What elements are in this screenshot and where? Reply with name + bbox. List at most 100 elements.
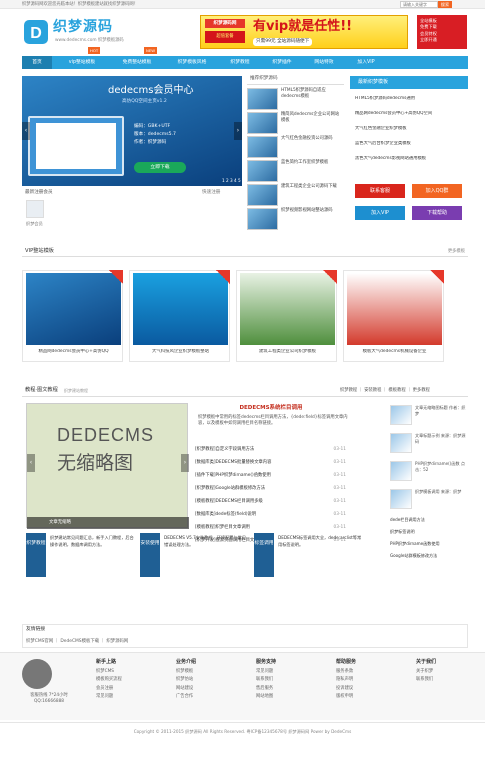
feature-block[interactable]: 织梦教程 织梦建站常见问题汇总，新手入门教程，后台操作说明，数据库调用方法。 (26, 533, 134, 577)
feature-label: 织梦教程 (26, 533, 46, 577)
list-item[interactable]: 文章无缩略图标题 作者：织梦 (390, 403, 468, 429)
list-item[interactable]: 蓝色简约工作室织梦模板 (247, 160, 344, 184)
vip-ribbon (109, 270, 123, 284)
footer-link[interactable]: 联系我们 (256, 676, 318, 684)
footer-link[interactable]: 织梦CMS (96, 668, 158, 676)
footer-link[interactable]: 网站建设 (176, 685, 238, 693)
footer-link[interactable]: 常见问题 (96, 693, 158, 701)
section-subtitle: 织梦建站教程 (64, 388, 88, 393)
template-card[interactable]: 建筑工程类企业公司织梦模板 (236, 270, 337, 362)
list-item[interactable]: [模板教程]织梦栏目文章调用 03-11 (195, 525, 349, 530)
help-button[interactable]: 下载帮助 (412, 206, 462, 220)
join-qq-button[interactable]: 加入QQ群 (412, 184, 462, 198)
list-item[interactable]: 精简风dedecms企业公司网站模板 (247, 112, 344, 136)
footer-link[interactable]: 投诉建议 (336, 685, 398, 693)
search-button[interactable]: 搜索 (438, 1, 452, 8)
headline[interactable]: DEDECMS系统栏目调用 (192, 405, 350, 412)
list-item[interactable]: [模板教程]DEDECMS栏目调用多级 03-11 (195, 499, 349, 504)
footer-link[interactable]: 常见问题 (256, 668, 318, 676)
nav-item-vip[interactable]: vip整站模板 HOT (56, 47, 108, 69)
latest-panel: 最新织梦模板 HTML5织梦源码dedecms通用 精品网dedecms会员中心… (350, 76, 468, 234)
list-item[interactable]: [织梦教程]自定义字段调用方法 03-11 (195, 447, 349, 452)
contact-button[interactable]: 联系客服 (355, 184, 405, 198)
list-item[interactable]: 大气红色金融企业织梦模板 (355, 126, 468, 131)
footer-link[interactable]: 联系我们 (416, 676, 478, 684)
list-item[interactable]: 织梦模板调用 来源：织梦 (390, 487, 468, 513)
footer-link[interactable]: 广告合作 (176, 693, 238, 701)
article-list: DEDECMS系统栏目调用 织梦模板中常用的标签dedecms栏目调用方法，{d… (192, 403, 350, 553)
list-item[interactable]: PHP织梦dirname()函数 点击：52 (390, 459, 468, 485)
list-item[interactable]: 大气红色金融投资公司源码 (247, 136, 344, 160)
list-item[interactable]: 黑色大气dedecms影视网站通用模板 (355, 156, 468, 161)
column-title: 业务介绍 (176, 659, 197, 665)
list-item[interactable]: 蓝色大气后台织梦企业类模板 (355, 141, 468, 146)
prev-arrow-icon[interactable]: ‹ (22, 122, 30, 140)
copyright-text: Copyright © 2011-2015 织梦源码 All Rights Re… (133, 729, 352, 734)
tutorial-tabs[interactable]: 织梦教程 ｜ 安装教程 ｜ 模板教程 ｜ 更多教程 (340, 388, 430, 393)
list-item[interactable]: 建筑工程类企业公司源码下载 (247, 184, 344, 208)
footer-link[interactable]: 织梦仿站 (176, 676, 238, 684)
join-vip-button[interactable]: 加入VIP (355, 206, 405, 220)
list-item[interactable]: 织梦标签说明 (390, 529, 468, 535)
links-list[interactable]: 织梦CMS官网 ｜ DedeCMS模板下载 ｜ 织梦源码网 (26, 639, 128, 645)
footer-link[interactable]: 售后服务 (256, 685, 318, 693)
list-item[interactable]: dede栏目调用方法 (390, 517, 468, 523)
featured-image[interactable]: DEDECMS 无缩略图 ‹ › 文章无缩略 (26, 403, 189, 529)
footer-link[interactable]: 会员注册 (96, 685, 158, 693)
template-card[interactable]: 模板大气dedecms机械设备企业 (343, 270, 444, 362)
vip-banner[interactable]: 织梦源码网 超值套餐 有vip就是任性!! 只需99元 全站源码随便下 (200, 15, 408, 49)
more-link[interactable]: 更多模板 (448, 249, 465, 254)
item-date: 03-11 (333, 512, 347, 517)
nav-item-free[interactable]: 免费整站模板 NEW (110, 47, 164, 69)
nav-item-join-vip[interactable]: 加入VIP (346, 56, 386, 69)
nav-item-style[interactable]: 织梦模板风格 (166, 56, 218, 69)
nav-item-effects[interactable]: 网站特效 (304, 56, 344, 69)
list-item[interactable]: [织梦教程]Google站群模板修改方法 03-11 (195, 486, 349, 491)
promo-box[interactable]: 全站模板 免费下载 会员特权 立即开通 (417, 15, 467, 49)
footer-link[interactable]: 网站地图 (256, 693, 318, 701)
main-nav: 首页 vip整站模板 HOT 免费整站模板 NEW 织梦模板风格 织梦教程 织梦插件… (22, 47, 468, 69)
item-date: 03-11 (333, 486, 347, 491)
top-bar: 织梦源码网欢迎您光临本站！织梦模板建站就找织梦源码网！ 搜索 (0, 0, 485, 9)
template-card[interactable]: 大气科技风企业织梦模板整站 (129, 270, 230, 362)
feature-block[interactable]: 安装使用 DEDECMS V5.7安装教程，环境配置与常见错误处理方法。 (140, 533, 248, 577)
member-name[interactable]: 织梦会员 (26, 221, 43, 226)
item-title: HTML5织梦源码自适应dedecms模板 (281, 88, 326, 99)
footer-link[interactable]: 织梦模板 (176, 668, 238, 676)
next-arrow-icon[interactable]: › (181, 454, 189, 472)
nav-item-plugin[interactable]: 织梦插件 (262, 56, 302, 69)
search-input[interactable] (400, 1, 438, 8)
footer-link[interactable]: 隐私声明 (336, 676, 398, 684)
list-item[interactable]: 织梦视频影视网站整站源码 (247, 208, 344, 232)
feature-block[interactable]: 标签调用 DEDECMS标签调用大全，dede:arclist等常用标签说明。 (254, 533, 362, 577)
avatar[interactable] (26, 200, 44, 218)
register-link[interactable]: 快速注册 (202, 190, 220, 196)
hero-download-button[interactable]: 立即下载 (134, 162, 186, 173)
section-title: VIP整站模板 (25, 248, 54, 254)
item-title: [织梦教程]Google站群模板修改方法 (195, 486, 266, 491)
list-item[interactable]: PHP织梦dirname函数使用 (390, 541, 468, 547)
list-item[interactable]: [数据库类]DEDECMS批量替换文章内容 03-11 (195, 460, 349, 465)
footer-link[interactable]: 服务条款 (336, 668, 398, 676)
list-item[interactable]: [插件下载]PHP织梦dirname()函数使用 03-11 (195, 473, 349, 478)
footer-link[interactable]: 版权申明 (336, 693, 398, 701)
latest-header: 最新织梦模板 (350, 76, 468, 89)
slider-dots[interactable]: 1 2 3 4 5 (222, 178, 241, 183)
thumbnail (247, 184, 278, 206)
list-item[interactable]: HTML5织梦源码自适应dedecms模板 (247, 88, 344, 112)
prev-arrow-icon[interactable]: ‹ (27, 454, 35, 472)
list-item[interactable]: 文章标题示例 来源：织梦源码 (390, 431, 468, 457)
next-arrow-icon[interactable]: › (234, 122, 242, 140)
hero-slider[interactable]: dedecms会员中心 高仿QQ空间主页v1.2 编码：GBK+UTF 版本：d… (22, 76, 242, 186)
list-item[interactable]: HTML5织梦源码dedecms通用 (355, 96, 468, 101)
list-item[interactable]: [数据库类]dede标签(field)说明 03-11 (195, 512, 349, 517)
column-title: 关于我们 (416, 659, 437, 665)
list-item[interactable]: 精品网dedecms会员中心+高仿QQ空间 (355, 111, 468, 116)
nav-item-tutorial[interactable]: 织梦教程 (220, 56, 260, 69)
hot-badge: HOT (88, 47, 101, 54)
template-card[interactable]: 精品网dedecms会员中心+高仿QQ (22, 270, 123, 362)
nav-item-home[interactable]: 首页 (22, 56, 52, 69)
footer-link[interactable]: 关于织梦 (416, 668, 478, 676)
footer-link[interactable]: 模板购买流程 (96, 676, 158, 684)
list-item[interactable]: Google站群模板修改方法 (390, 553, 468, 559)
